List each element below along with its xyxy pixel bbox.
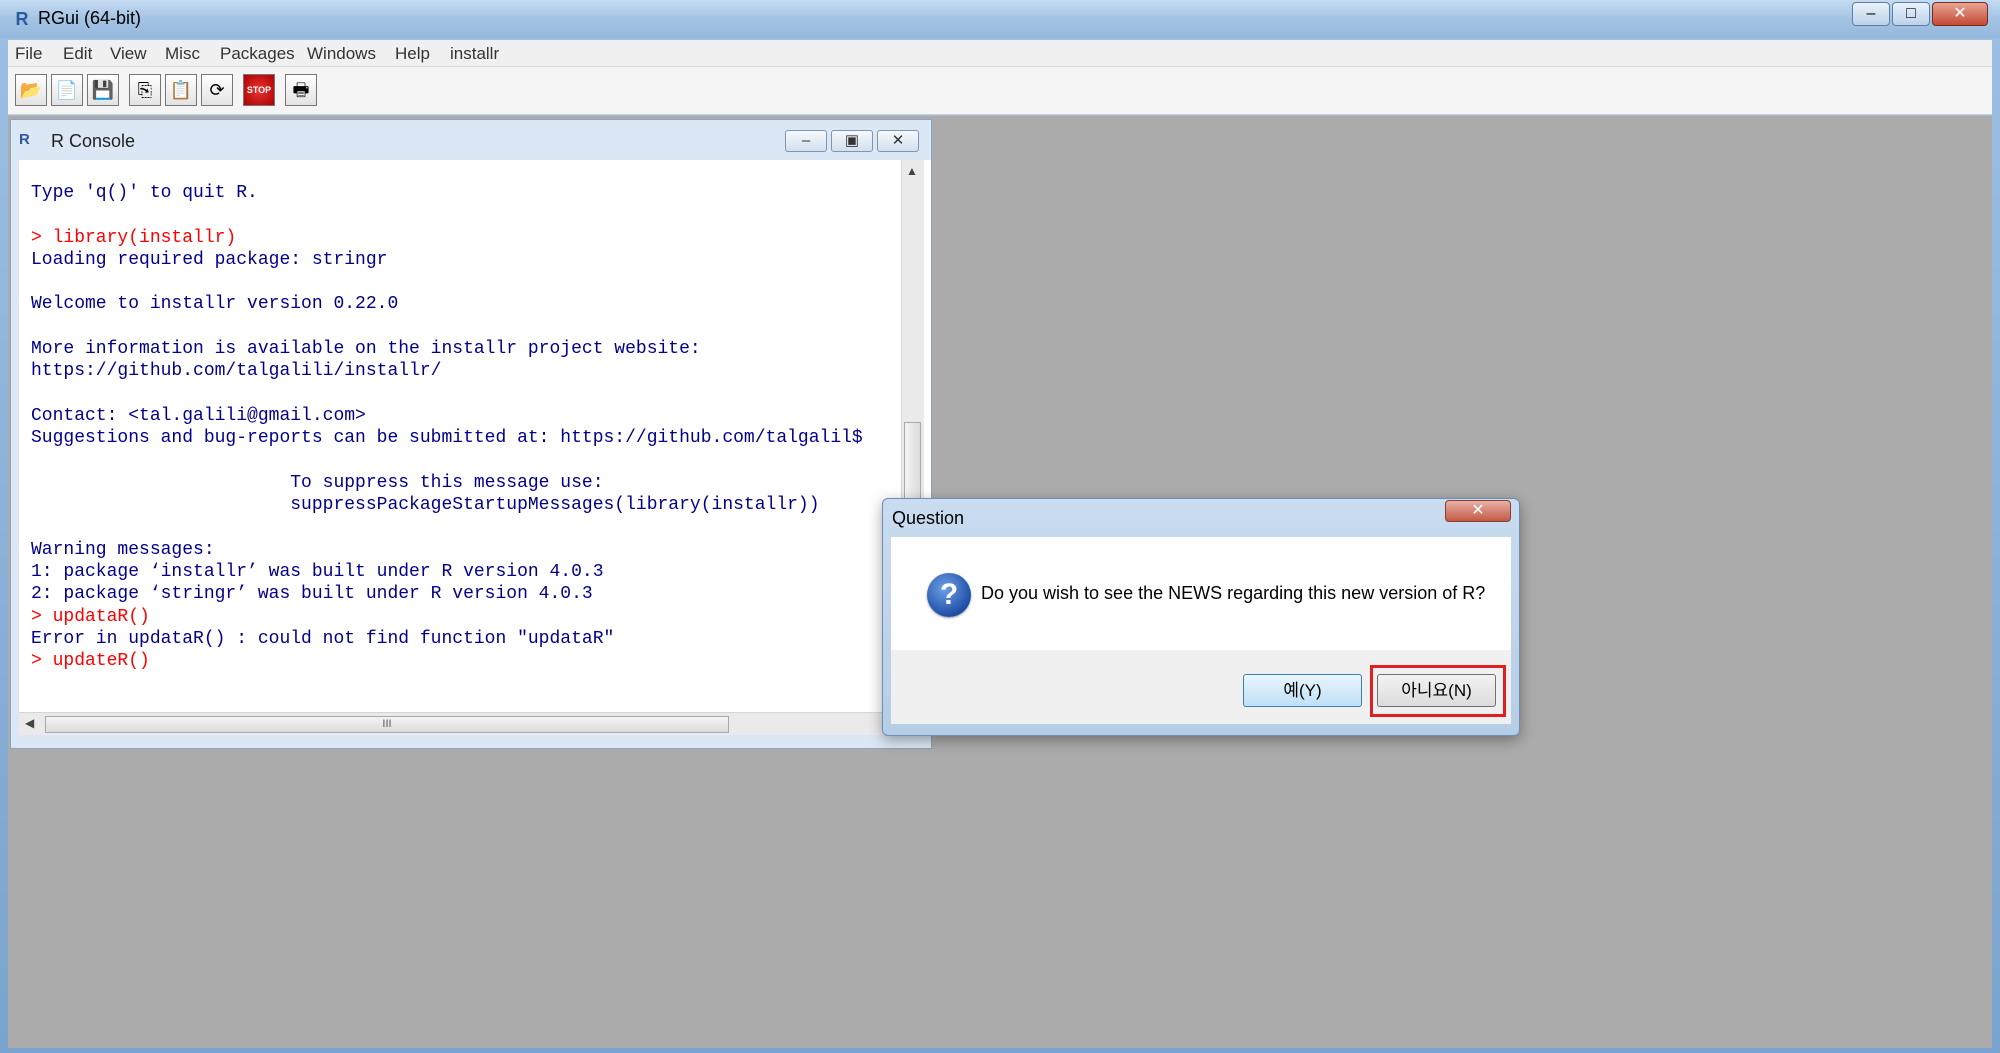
console-text: Type 'q()' to quit R. > library(installr… (31, 182, 863, 673)
window-title: RGui (64-bit) (38, 8, 142, 28)
paste-icon[interactable]: 📋 (165, 74, 197, 106)
menu-packages[interactable]: Packages (220, 44, 295, 64)
r-app-icon: R (15, 9, 29, 29)
console-minimize-button[interactable]: – (785, 130, 827, 152)
console-title: R Console (51, 131, 136, 151)
menu-file[interactable]: File (15, 44, 42, 64)
console-line: 1: package ‘installr’ was built under R … (31, 562, 604, 583)
console-line: 2: package ‘stringr’ was built under R v… (31, 584, 593, 605)
question-dialog[interactable]: Question ✕ ? Do you wish to see the NEWS… (882, 498, 1520, 736)
console-line: https://github.com/talgalili/installr/ (31, 361, 442, 382)
dialog-title: Question (892, 508, 965, 528)
dialog-message: Do you wish to see the NEWS regarding th… (981, 583, 1486, 603)
console-line: Warning messages: (31, 539, 215, 560)
console-line: To suppress this message use: (31, 472, 604, 493)
maximize-button[interactable]: □ (1892, 2, 1930, 26)
question-icon: ? (927, 573, 971, 617)
stop-icon[interactable]: STOP (243, 74, 275, 106)
console-line: Error in updataR() : could not find func… (31, 628, 615, 649)
menu-bar: File Edit View Misc Packages Windows Hel… (8, 40, 1992, 67)
menu-view[interactable]: View (110, 44, 147, 64)
close-button[interactable]: ✕ (1932, 2, 1988, 26)
menu-edit[interactable]: Edit (63, 44, 92, 64)
dialog-footer: 예(Y) 아니요(N) (891, 650, 1511, 724)
console-line: > updataR() (31, 606, 150, 627)
horizontal-scroll-thumb[interactable]: III (45, 716, 729, 733)
save-workspace-icon[interactable]: 💾 (87, 74, 119, 106)
open-script-icon[interactable]: 📂 (15, 74, 47, 106)
r-console-window[interactable]: R R Console – ▣ ✕ Type 'q()' to quit R. … (10, 119, 932, 749)
console-line: Welcome to installr version 0.22.0 (31, 294, 399, 315)
console-restore-button[interactable]: ▣ (831, 130, 873, 152)
console-line: More information is available on the ins… (31, 339, 701, 360)
horizontal-scrollbar[interactable]: ◀ III (19, 712, 901, 735)
dialog-close-button[interactable]: ✕ (1445, 500, 1511, 522)
console-close-button[interactable]: ✕ (877, 130, 919, 152)
menu-help[interactable]: Help (395, 44, 430, 64)
copy-icon[interactable]: ⎘ (129, 74, 161, 106)
menu-misc[interactable]: Misc (165, 44, 200, 64)
console-line: > library(installr) (31, 227, 237, 248)
menu-installr[interactable]: installr (450, 44, 499, 64)
title-bar[interactable]: R RGui (64-bit) – □ ✕ (0, 0, 2000, 38)
scroll-left-arrow-icon[interactable]: ◀ (25, 716, 34, 730)
r-console-icon: R (19, 131, 30, 148)
yes-button[interactable]: 예(Y) (1243, 674, 1362, 707)
scroll-up-arrow-icon[interactable]: ▲ (906, 164, 918, 178)
load-workspace-icon[interactable]: 📄 (51, 74, 83, 106)
toolbar: 📂 📄 💾 ⎘ 📋 ⟳ STOP 🖶 (8, 67, 1992, 115)
console-line: Loading required package: stringr (31, 249, 388, 270)
print-icon[interactable]: 🖶 (285, 74, 317, 106)
no-button[interactable]: 아니요(N) (1377, 674, 1496, 707)
console-output-area[interactable]: Type 'q()' to quit R. > library(installr… (19, 160, 931, 712)
console-line: Contact: <tal.galili@gmail.com> (31, 405, 366, 426)
dialog-body: ? Do you wish to see the NEWS regarding … (891, 537, 1511, 650)
menu-windows[interactable]: Windows (307, 44, 376, 64)
console-line: suppressPackageStartupMessages(library(i… (31, 495, 820, 516)
minimize-button[interactable]: – (1852, 2, 1890, 26)
console-line: Suggestions and bug-reports can be submi… (31, 428, 863, 449)
console-line: > updateR() (31, 651, 150, 672)
copy-paste-icon[interactable]: ⟳ (201, 74, 233, 106)
console-line: Type 'q()' to quit R. (31, 183, 258, 203)
